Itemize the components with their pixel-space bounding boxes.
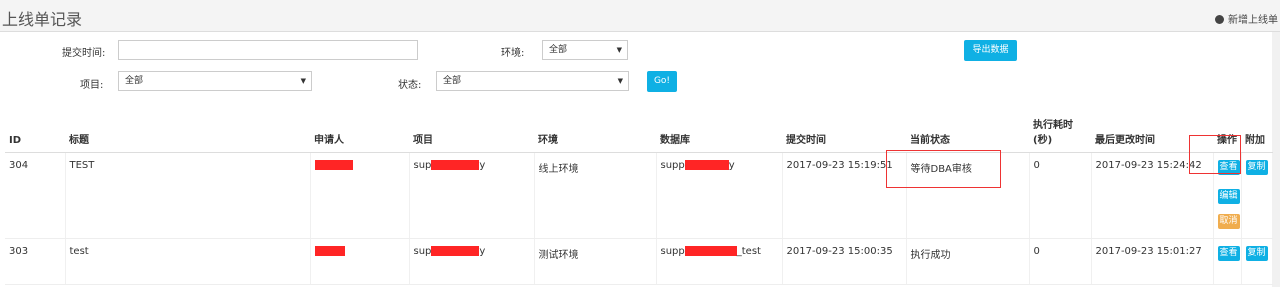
col-env: 环境 (534, 113, 656, 153)
cell-env: 线上环境 (533, 152, 656, 239)
cell-id: 304 (5, 152, 65, 239)
copy-button[interactable]: 复制 (1245, 159, 1268, 175)
env-select-value: 全部 (549, 45, 568, 55)
plus-circle-icon (1215, 15, 1224, 24)
cell-database: supp y (655, 152, 782, 239)
project-suffix: y (479, 159, 486, 171)
project-select-value: 全部 (125, 76, 144, 86)
cell-updated: 2017-09-23 15:01:27 (1090, 238, 1213, 285)
cell-status: 执行成功 (905, 238, 1029, 285)
project-select[interactable]: 全部 (118, 71, 312, 91)
submit-time-input[interactable] (118, 40, 418, 60)
col-elapsed-line1: 执行耗时 (1033, 119, 1073, 131)
cell-id: 303 (5, 238, 65, 285)
cell-env: 测试环境 (533, 238, 656, 285)
redacted-database (684, 245, 737, 256)
col-database: 数据库 (656, 113, 782, 153)
status-select-value: 全部 (443, 76, 462, 86)
table-row: 304 TEST sup y 线上环境 supp y 2017-09-23 15:1… (5, 152, 1273, 239)
table-header-row: ID 标题 申请人 项目 环境 数据库 提交时间 当前状态 执行耗时 (秒) 最后… (5, 113, 1273, 153)
cancel-button[interactable]: 取消 (1217, 213, 1240, 229)
col-project: 项目 (409, 113, 534, 153)
redacted-applicant (314, 245, 345, 256)
project-label: 项目: (80, 80, 104, 91)
cell-submit-time: 2017-09-23 15:00:35 (781, 238, 906, 285)
db-suffix: y (728, 159, 735, 171)
deploy-records-table: ID 标题 申请人 项目 环境 数据库 提交时间 当前状态 执行耗时 (秒) 最后… (5, 113, 1273, 285)
cell-elapsed: 0 (1028, 238, 1091, 285)
status-highlight-box (886, 150, 1001, 188)
redacted-project (431, 159, 480, 170)
edit-button[interactable]: 编辑 (1217, 188, 1240, 204)
env-label: 环境: (501, 48, 525, 59)
new-deploy-label: 新增上线单 (1228, 15, 1278, 26)
cell-title: TEST (64, 152, 310, 239)
table-row: 303 test sup y 测试环境 supp _test 2017-09-23 … (5, 238, 1273, 285)
cell-applicant (309, 238, 409, 285)
cell-actions: 查看 (1212, 238, 1241, 285)
go-button[interactable]: Go! (647, 71, 677, 92)
cell-extra: 复制 (1240, 152, 1273, 239)
status-select[interactable]: 全部 (436, 71, 629, 91)
scrollbar[interactable] (1272, 32, 1280, 287)
view-button[interactable]: 查看 (1217, 245, 1240, 261)
col-submit-time: 提交时间 (782, 113, 906, 153)
status-label: 状态: (398, 80, 422, 91)
col-extra: 附加 (1241, 113, 1273, 153)
db-suffix: _test (736, 245, 761, 257)
export-button[interactable]: 导出数据 (964, 40, 1017, 61)
copy-button[interactable]: 复制 (1245, 245, 1268, 261)
project-prefix: sup (413, 245, 432, 257)
col-applicant: 申请人 (310, 113, 409, 153)
redacted-applicant (314, 159, 353, 170)
cell-project: sup y (408, 238, 534, 285)
submit-time-label: 提交时间: (62, 48, 106, 59)
cell-applicant (309, 152, 409, 239)
cell-database: supp _test (655, 238, 782, 285)
page-title: 上线单记录 (2, 10, 83, 29)
redacted-project (431, 245, 480, 256)
cell-extra: 复制 (1240, 238, 1273, 285)
page-header: 上线单记录 新增上线单 (0, 0, 1280, 32)
cell-project: sup y (408, 152, 534, 239)
project-prefix: sup (413, 159, 432, 171)
db-prefix: supp (660, 245, 685, 257)
cell-elapsed: 0 (1028, 152, 1091, 239)
view-highlight-box (1189, 135, 1241, 174)
col-title: 标题 (65, 113, 310, 153)
col-elapsed-line2: (秒) (1033, 134, 1053, 146)
col-id: ID (5, 113, 65, 153)
new-deploy-link[interactable]: 新增上线单 (1215, 11, 1278, 26)
env-select[interactable]: 全部 (542, 40, 628, 60)
project-suffix: y (479, 245, 486, 257)
col-status: 当前状态 (906, 113, 1029, 153)
redacted-database (684, 159, 729, 170)
cell-title: test (64, 238, 310, 285)
col-elapsed: 执行耗时 (秒) (1029, 113, 1091, 153)
db-prefix: supp (660, 159, 685, 171)
